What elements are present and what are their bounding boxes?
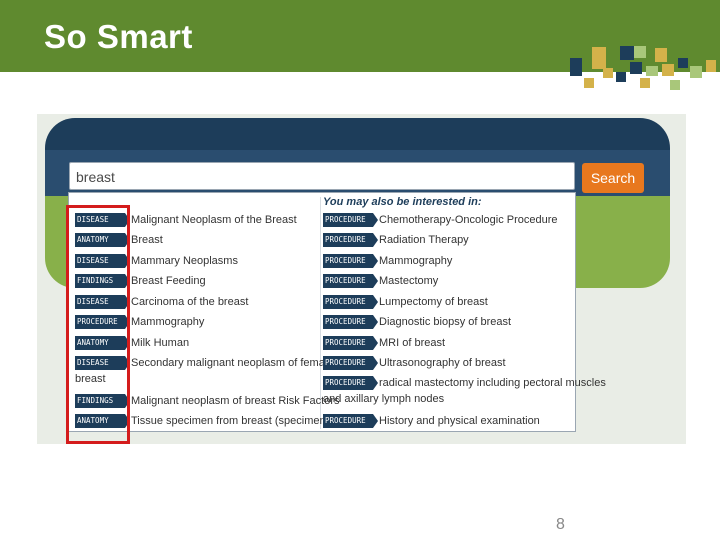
suggestion-text: Breast Feeding — [131, 275, 206, 287]
related-text: Radiation Therapy — [379, 234, 469, 246]
suggestion-text: Malignant Neoplasm of the Breast — [131, 214, 297, 226]
related-title: You may also be interested in: — [323, 196, 482, 208]
suggestion-text: Mammography — [131, 316, 205, 328]
category-tag: PROCEDURE — [323, 414, 378, 428]
related-text: MRI of breast — [379, 337, 446, 349]
category-tag: PROCEDURE — [323, 356, 378, 370]
suggestion-text: Carcinoma of the breast — [131, 296, 249, 308]
category-tag: PROCEDURE — [323, 254, 378, 268]
related-text: Ultrasonography of breast — [379, 357, 506, 369]
category-tag: PROCEDURE — [323, 295, 378, 309]
autocomplete-dropdown: DISEASE Malignant Neoplasm of the Breast… — [68, 192, 606, 432]
search-button[interactable]: Search — [582, 163, 644, 193]
related-text: radical mastectomy including pectoral mu… — [379, 377, 606, 389]
related-text: Mammography — [379, 255, 453, 267]
category-tag: PROCEDURE — [323, 213, 378, 227]
related-text: Diagnostic biopsy of breast — [379, 316, 512, 328]
category-tag: PROCEDURE — [323, 274, 378, 288]
search-screenshot: breast Search DISEASE Malignant Neoplasm… — [37, 114, 686, 444]
category-tag: PROCEDURE — [323, 233, 378, 247]
suggestion-text: Malignant neoplasm of breast Risk Factor… — [131, 395, 340, 407]
related-text: Chemotherapy-Oncologic Procedure — [379, 214, 558, 226]
category-tag: PROCEDURE — [323, 336, 378, 350]
related-text: Mastectomy — [379, 275, 439, 287]
related-text-continued: and axillary lymph nodes — [323, 393, 445, 405]
slide-title: So Smart — [44, 18, 193, 55]
search-input[interactable]: breast — [69, 162, 575, 190]
related-text: History and physical examination — [379, 415, 540, 427]
category-tag: PROCEDURE — [323, 315, 378, 329]
page-number: 8 — [556, 516, 565, 533]
suggestion-text: Secondary malignant neoplasm of female — [131, 357, 334, 369]
suggestion-text: Mammary Neoplasms — [131, 255, 238, 267]
highlight-box — [66, 205, 130, 444]
related-text: Lumpectomy of breast — [379, 296, 488, 308]
suggestion-text: Milk Human — [131, 337, 190, 349]
category-tag: PROCEDURE — [323, 376, 378, 390]
suggestion-text: Tissue specimen from breast (specimen) — [131, 415, 330, 427]
suggestion-text: Breast — [131, 234, 163, 246]
